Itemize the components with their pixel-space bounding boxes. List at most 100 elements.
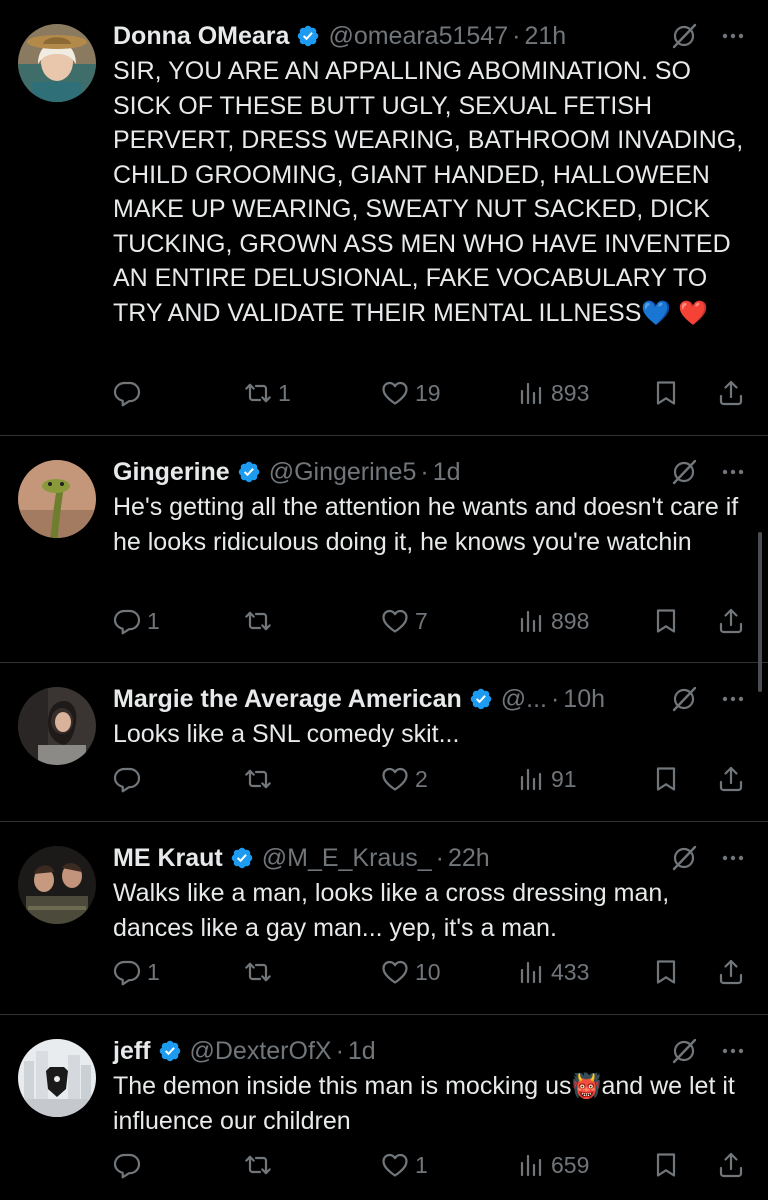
more-icon[interactable] [720, 686, 746, 712]
display-name[interactable]: Donna OMeara [113, 22, 289, 51]
separator-dot: · [420, 457, 429, 486]
bookmark-button[interactable] [652, 952, 680, 992]
timestamp[interactable]: 22h [448, 844, 490, 873]
bookmark-icon [652, 958, 680, 986]
action-bar: 2 91 [113, 759, 746, 799]
reply-button[interactable]: 1 [113, 952, 160, 992]
grok-icon[interactable] [670, 458, 698, 486]
emoji: 👹 [571, 1073, 602, 1100]
repost-count: 1 [278, 379, 291, 406]
share-icon [717, 765, 745, 793]
tweet[interactable]: jeff @DexterOfX · 1d The demon inside th… [0, 1015, 768, 1200]
handle[interactable]: @omeara51547 [328, 22, 508, 51]
more-icon[interactable] [720, 459, 746, 485]
more-icon[interactable] [720, 23, 746, 49]
share-icon [717, 1151, 745, 1179]
handle[interactable]: @DexterOfX [190, 1037, 332, 1066]
views-button[interactable]: 659 [517, 1145, 589, 1185]
handle[interactable]: @Gingerine5 [269, 458, 417, 487]
like-icon [381, 607, 409, 635]
grok-icon[interactable] [670, 22, 698, 50]
like-button[interactable]: 7 [381, 601, 428, 641]
bookmark-button[interactable] [652, 1145, 680, 1185]
more-icon[interactable] [720, 1038, 746, 1064]
handle[interactable]: @... [501, 685, 547, 714]
timestamp[interactable]: 10h [563, 685, 605, 714]
share-button[interactable] [717, 759, 745, 799]
grok-icon[interactable] [670, 1037, 698, 1065]
repost-icon [244, 765, 272, 793]
more-icon[interactable] [720, 845, 746, 871]
views-icon [517, 607, 545, 635]
views-button[interactable]: 898 [517, 601, 589, 641]
reply-icon [113, 607, 141, 635]
avatar[interactable] [18, 460, 96, 538]
display-name[interactable]: jeff [113, 1037, 151, 1066]
tweet[interactable]: ME Kraut @M_E_Kraus_ · 22h Walks like a … [0, 822, 768, 1015]
like-button[interactable]: 19 [381, 373, 441, 413]
share-button[interactable] [717, 952, 745, 992]
display-name[interactable]: Gingerine [113, 458, 230, 487]
views-button[interactable]: 893 [517, 373, 589, 413]
tweet[interactable]: Gingerine @Gingerine5 · 1d He's getting … [0, 436, 768, 663]
reply-button[interactable]: 1 [113, 601, 160, 641]
separator-dot: · [335, 1036, 344, 1065]
reply-icon [113, 958, 141, 986]
display-name[interactable]: Margie the Average American [113, 685, 462, 714]
tweet-header: Margie the Average American @... · 10h [113, 681, 746, 717]
repost-button[interactable] [244, 759, 278, 799]
tweet-text: He's getting all the attention he wants … [113, 493, 746, 556]
separator-dot: · [435, 843, 444, 872]
verified-badge-icon [469, 687, 493, 711]
tweet-body: SIR, YOU ARE AN APPALLING ABOMINATION. S… [113, 57, 751, 327]
reply-count: 1 [147, 607, 160, 634]
reply-button[interactable] [113, 759, 147, 799]
bookmark-button[interactable] [652, 373, 680, 413]
avatar[interactable] [18, 1039, 96, 1117]
share-button[interactable] [717, 1145, 745, 1185]
repost-button[interactable] [244, 952, 278, 992]
like-button[interactable]: 2 [381, 759, 428, 799]
bookmark-icon [652, 379, 680, 407]
tweet-text: Walks like a man, looks like a cross dre… [113, 879, 677, 942]
action-bar: 1 10 433 [113, 952, 746, 992]
bookmark-button[interactable] [652, 759, 680, 799]
display-name[interactable]: ME Kraut [113, 844, 223, 873]
share-button[interactable] [717, 373, 745, 413]
reply-button[interactable] [113, 1145, 147, 1185]
share-button[interactable] [717, 601, 745, 641]
views-button[interactable]: 91 [517, 759, 577, 799]
views-icon [517, 379, 545, 407]
tweet[interactable]: Margie the Average American @... · 10h L… [0, 663, 768, 822]
like-button[interactable]: 1 [381, 1145, 428, 1185]
tweet[interactable]: Donna OMeara @omeara51547 · 21h SIR, YOU… [0, 0, 768, 436]
like-count: 10 [415, 958, 441, 985]
bookmark-button[interactable] [652, 601, 680, 641]
avatar[interactable] [18, 846, 96, 924]
tweet-text: Looks like a SNL comedy skit... [113, 720, 460, 748]
grok-icon[interactable] [670, 844, 698, 872]
share-icon [717, 607, 745, 635]
avatar[interactable] [18, 24, 96, 102]
handle[interactable]: @M_E_Kraus_ [262, 844, 432, 873]
share-icon [717, 958, 745, 986]
like-count: 1 [415, 1151, 428, 1178]
timestamp[interactable]: 1d [433, 458, 461, 487]
repost-button[interactable] [244, 1145, 278, 1185]
repost-button[interactable]: 1 [244, 373, 291, 413]
like-icon [381, 765, 409, 793]
share-icon [717, 379, 745, 407]
timestamp[interactable]: 21h [524, 22, 566, 51]
repost-button[interactable] [244, 601, 278, 641]
verified-badge-icon [237, 460, 261, 484]
views-button[interactable]: 433 [517, 952, 589, 992]
tweet-text: SIR, YOU ARE AN APPALLING ABOMINATION. S… [113, 54, 746, 330]
reply-button[interactable] [113, 373, 147, 413]
timestamp[interactable]: 1d [348, 1037, 376, 1066]
tweet-header: Gingerine @Gingerine5 · 1d [113, 454, 746, 490]
avatar[interactable] [18, 687, 96, 765]
scrollbar[interactable] [758, 532, 762, 692]
like-button[interactable]: 10 [381, 952, 441, 992]
verified-badge-icon [296, 24, 320, 48]
grok-icon[interactable] [670, 685, 698, 713]
